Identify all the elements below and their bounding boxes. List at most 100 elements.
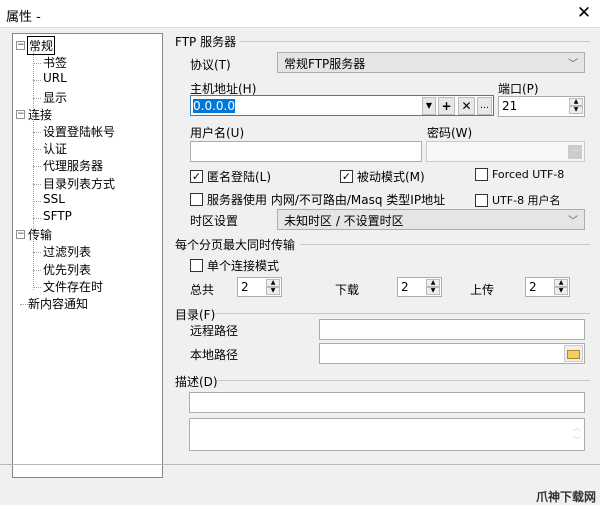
tree-connector — [33, 252, 41, 254]
tree-connector — [33, 286, 41, 288]
tree-item[interactable]: 目录列表方式 — [43, 175, 115, 192]
collapse-icon[interactable]: − — [16, 41, 25, 50]
tree-item[interactable]: 文件存在时 — [43, 278, 103, 295]
protocol-select[interactable]: 常规FTP服务器 ﹀ — [277, 52, 585, 73]
down-arrow-icon[interactable]: ▼ — [266, 287, 280, 295]
download-value: 2 — [401, 280, 409, 294]
password-label: 密码(W) — [427, 126, 473, 140]
tree-item[interactable]: 常规 — [26, 36, 56, 55]
timezone-label: 时区设置 — [190, 214, 239, 228]
divider — [300, 244, 590, 245]
folder-icon[interactable] — [564, 345, 583, 362]
tree-connector — [33, 97, 41, 99]
tree-item[interactable]: 传输 — [28, 226, 52, 243]
checkmark-icon: ✓ — [340, 170, 353, 183]
tree-item[interactable]: 显示 — [43, 89, 67, 106]
description-input[interactable] — [189, 392, 585, 413]
passive-checkbox[interactable]: ✓ 被动模式(M) — [340, 168, 425, 185]
chevron-down-icon: ﹀ — [568, 216, 578, 227]
tree-item[interactable]: 认证 — [43, 140, 67, 157]
title-bar — [0, 0, 600, 28]
tree-item[interactable]: 书签 — [43, 54, 67, 71]
upload-stepper[interactable]: 2 ▲ ▼ — [525, 277, 570, 297]
upload-value: 2 — [529, 280, 537, 294]
tree-item[interactable]: 连接 — [28, 106, 52, 123]
checkbox-box — [475, 168, 488, 181]
up-arrow-icon[interactable]: ▲ — [554, 279, 568, 287]
tree-connector — [33, 132, 41, 133]
protocol-label: 协议(T) — [190, 58, 231, 72]
single-connection-checkbox[interactable]: 单个连接模式 — [190, 257, 279, 274]
tree-connector — [33, 50, 34, 290]
chevron-down-icon: ﹀ — [568, 59, 578, 70]
total-label: 总共 — [190, 283, 215, 297]
local-path-input[interactable] — [319, 343, 585, 364]
tree-connector — [33, 183, 41, 185]
utf8-username-checkbox[interactable]: UTF-8 用户名 — [475, 192, 561, 208]
anonymous-checkbox[interactable]: ✓ 匿名登陆(L) — [190, 168, 271, 185]
ftp-group-label: FTP 服务器 — [175, 35, 237, 49]
directory-group-label: 目录(F) — [175, 308, 216, 322]
divider — [240, 41, 590, 42]
up-arrow-icon[interactable]: ▲ — [426, 279, 440, 287]
total-stepper[interactable]: 2 ▲ ▼ — [237, 277, 282, 297]
username-input[interactable] — [190, 141, 422, 162]
forced-utf8-checkbox[interactable]: Forced UTF-8 — [475, 168, 564, 181]
ellipsis-icon[interactable]: … — [568, 145, 582, 159]
more-button[interactable]: … — [477, 97, 492, 115]
password-input[interactable]: … — [426, 141, 585, 162]
delete-icon[interactable]: ✕ — [458, 97, 475, 115]
masq-label: 服务器使用 内网/不可路由/Masq 类型IP地址 — [207, 193, 446, 207]
tree-connector — [33, 218, 41, 219]
window-title: 属性 - — [6, 10, 41, 25]
collapse-icon[interactable]: − — [16, 230, 25, 240]
remote-path-input[interactable] — [319, 319, 585, 340]
port-stepper[interactable]: 21 ▲ ▼ — [498, 96, 585, 117]
port-label: 端口(P) — [498, 82, 539, 96]
description-group-label: 描述(D) — [175, 375, 218, 389]
checkmark-icon: ✓ — [190, 170, 203, 183]
timezone-value: 未知时区 / 不设置时区 — [284, 214, 404, 228]
tree-item[interactable]: 设置登陆帐号 — [43, 123, 115, 140]
close-button[interactable]: ✕ — [574, 3, 594, 23]
up-arrow-icon[interactable]: ▲ — [266, 279, 280, 287]
tree-item[interactable]: SFTP — [43, 209, 72, 223]
download-stepper[interactable]: 2 ▲ ▼ — [397, 277, 442, 297]
scrollbar[interactable]: ︿ ﹀ — [573, 421, 581, 447]
tree-connector — [33, 200, 41, 202]
passive-label: 被动模式(M) — [357, 170, 425, 184]
host-input[interactable]: 0.0.0.0 ▼ + ✕ … — [190, 95, 494, 116]
checkbox-box — [190, 193, 203, 206]
category-tree[interactable]: 常规 − 书签 URL 显示 连接 − 设置登陆帐号 认证 代理服务器 目录列表方式 SSL SFTP 传… — [12, 33, 163, 478]
add-icon[interactable]: + — [438, 97, 455, 115]
tree-connector — [33, 80, 41, 82]
tree-item[interactable]: 优先列表 — [43, 261, 91, 278]
down-arrow-icon[interactable]: ▼ — [569, 106, 583, 114]
host-dropdown-button[interactable]: ▼ — [422, 97, 436, 115]
username-label: 用户名(U) — [190, 126, 245, 140]
masq-checkbox[interactable]: 服务器使用 内网/不可路由/Masq 类型IP地址 — [190, 191, 445, 208]
utf8-username-label: UTF-8 用户名 — [492, 194, 561, 207]
total-value: 2 — [241, 280, 249, 294]
single-connection-label: 单个连接模式 — [207, 259, 280, 273]
host-value: 0.0.0.0 — [193, 99, 235, 113]
up-arrow-icon[interactable]: ▲ — [569, 98, 583, 106]
down-arrow-icon[interactable]: ▼ — [426, 287, 440, 295]
timezone-select[interactable]: 未知时区 / 不设置时区 ﹀ — [277, 209, 585, 230]
tree-item[interactable]: URL — [43, 71, 67, 85]
collapse-icon[interactable]: − — [16, 109, 25, 119]
anonymous-label: 匿名登陆(L) — [207, 170, 272, 184]
divider — [215, 313, 590, 314]
tree-item[interactable]: 代理服务器 — [43, 157, 103, 174]
down-arrow-icon[interactable]: ▼ — [554, 287, 568, 295]
tree-item[interactable]: 新内容通知 — [28, 295, 88, 312]
checkbox-box — [190, 259, 203, 272]
divider — [217, 380, 590, 381]
description-textarea[interactable]: ︿ ﹀ — [189, 418, 585, 451]
tree-item[interactable]: SSL — [43, 192, 65, 206]
tree-connector — [33, 149, 41, 151]
tree-item[interactable]: 过滤列表 — [43, 243, 91, 260]
remote-path-label: 远程路径 — [190, 324, 239, 338]
tree-connector — [20, 304, 28, 305]
port-value: 21 — [502, 99, 518, 113]
